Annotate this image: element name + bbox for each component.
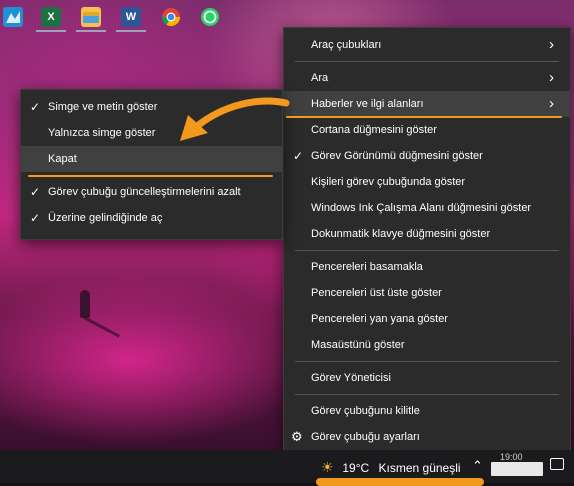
menu-item-label: Görev Yöneticisi: [311, 372, 391, 384]
menu-item-label: Pencereleri basamakla: [311, 261, 423, 273]
gear-icon: ⚙: [291, 429, 303, 444]
word-glyph: W: [125, 11, 137, 23]
menu-item-label: Windows Ink Çalışma Alanı düğmesini göst…: [311, 202, 532, 214]
chevron-up-icon[interactable]: ⌃: [472, 458, 483, 474]
submenu-item-turn-off[interactable]: Kapat: [21, 146, 282, 172]
annotation-arrow-icon: [180, 97, 290, 141]
menu-item-taskbar-settings[interactable]: ⚙ Görev çubuğu ayarları: [284, 424, 570, 450]
chevron-right-icon: ›: [549, 36, 554, 53]
clock-date-redacted: [491, 462, 543, 476]
menu-item-label: Görev çubuğunu kilitle: [311, 405, 420, 417]
excel-glyph: X: [47, 11, 55, 23]
word-icon[interactable]: W: [121, 7, 141, 27]
menu-item-show-touch-keyboard[interactable]: Dokunmatik klavye düğmesini göster: [284, 221, 570, 247]
menu-item-label: Cortana düğmesini göster: [311, 124, 437, 136]
weather-widget[interactable]: ☀ 19°C Kısmen güneşli: [321, 456, 461, 478]
menu-item-label: Simge ve metin göster: [48, 101, 158, 113]
menu-separator: [295, 361, 559, 362]
menu-item-toolbars[interactable]: Araç çubukları ›: [284, 32, 570, 58]
menu-item-label: Kişileri görev çubuğunda göster: [311, 176, 466, 188]
menu-item-show-cortana-button[interactable]: Cortana düğmesini göster: [284, 117, 570, 143]
folder-icon[interactable]: [81, 7, 101, 27]
menu-item-label: Görev çubuğu ayarları: [311, 431, 420, 443]
chrome-icon[interactable]: [161, 7, 181, 27]
menu-item-show-people[interactable]: Kişileri görev çubuğunda göster: [284, 169, 570, 195]
menu-item-show-task-view-button[interactable]: ✓ Görev Görünümü düğmesini göster: [284, 143, 570, 169]
menu-item-news-and-interests[interactable]: Haberler ve ilgi alanları ›: [284, 91, 570, 117]
menu-item-label: Masaüstünü göster: [311, 339, 405, 351]
excel-running-indicator: [36, 30, 66, 32]
menu-item-task-manager[interactable]: Görev Yöneticisi: [284, 365, 570, 391]
annotation-highlight-weather: [316, 478, 484, 486]
menu-item-label: Kapat: [48, 153, 77, 165]
wallpaper-figure: [80, 290, 90, 318]
menu-separator: [295, 61, 559, 62]
menu-item-stack-windows[interactable]: Pencereleri üst üste göster: [284, 280, 570, 306]
weather-condition: Kısmen güneşli: [378, 461, 461, 475]
menu-separator: [295, 250, 559, 251]
menu-item-label: Ara: [311, 72, 329, 84]
submenu-item-open-on-hover[interactable]: ✓ Üzerine gelindiğinde aç: [21, 205, 282, 231]
submenu-item-reduce-taskbar-updates[interactable]: ✓ Görev çubuğu güncelleştirmelerini azal…: [21, 179, 282, 205]
menu-item-lock-taskbar[interactable]: Görev çubuğunu kilitle: [284, 398, 570, 424]
checkmark-icon: ✓: [293, 149, 304, 163]
checkmark-icon: ✓: [30, 185, 41, 199]
menu-item-cascade-windows[interactable]: Pencereleri basamakla: [284, 254, 570, 280]
weather-temperature: 19°C: [342, 461, 370, 475]
menu-item-show-windows-ink[interactable]: Windows Ink Çalışma Alanı düğmesini göst…: [284, 195, 570, 221]
menu-item-label: Yalnızca simge göster: [48, 127, 156, 139]
excel-icon[interactable]: X: [41, 7, 61, 27]
menu-item-search[interactable]: Ara ›: [284, 65, 570, 91]
checkmark-icon: ✓: [30, 100, 41, 114]
chevron-right-icon: ›: [549, 95, 554, 112]
word-running-indicator: [116, 30, 146, 32]
partly-sunny-icon: ☀: [321, 459, 334, 475]
notification-icon[interactable]: [550, 458, 564, 470]
annotation-underline-news: [286, 116, 562, 118]
chevron-right-icon: ›: [549, 69, 554, 86]
wallpaper-shadow: [83, 316, 121, 338]
menu-item-side-by-side-windows[interactable]: Pencereleri yan yana göster: [284, 306, 570, 332]
menu-item-show-desktop[interactable]: Masaüstünü göster: [284, 332, 570, 358]
menu-item-label: Araç çubukları: [311, 39, 382, 51]
menu-item-label: Görev Görünümü düğmesini göster: [311, 150, 483, 162]
menu-item-label: Pencereleri üst üste göster: [311, 287, 442, 299]
menu-item-label: Haberler ve ilgi alanları: [311, 98, 424, 110]
taskbar-context-menu: Araç çubukları › Ara › Haberler ve ilgi …: [283, 27, 571, 455]
menu-item-label: Dokunmatik klavye düğmesini göster: [311, 228, 491, 240]
whatsapp-icon[interactable]: [200, 7, 220, 27]
clock-time[interactable]: 19:00: [500, 452, 523, 462]
menu-item-label: Üzerine gelindiğinde aç: [48, 212, 163, 224]
checkmark-icon: ✓: [30, 211, 41, 225]
menu-separator: [295, 394, 559, 395]
menu-item-label: Görev çubuğu güncelleştirmelerini azalt: [48, 186, 241, 198]
annotation-underline-kapat: [28, 175, 273, 177]
taskbar: [0, 450, 574, 483]
menu-item-label: Pencereleri yan yana göster: [311, 313, 448, 325]
maps-icon[interactable]: [3, 7, 23, 27]
explorer-running-indicator: [76, 30, 106, 32]
